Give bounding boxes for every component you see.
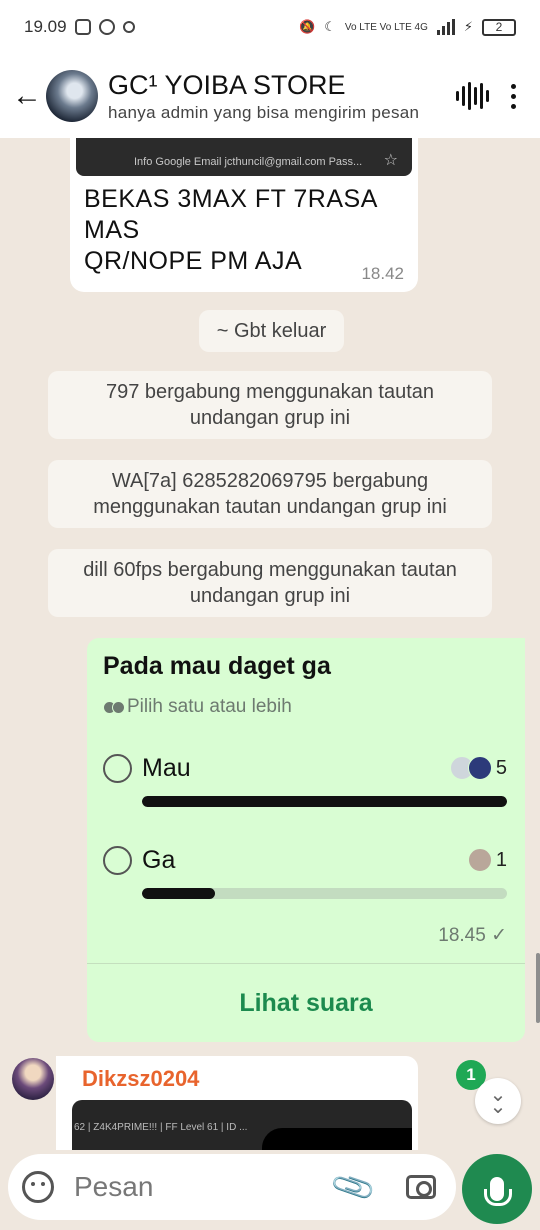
view-votes-button[interactable]: Lihat suara xyxy=(87,964,525,1042)
message-bubble[interactable]: Dikzsz0204 62 | Z4K4PRIME!!! | FF Level … xyxy=(56,1056,418,1150)
poll-time: 18.45 ✓ xyxy=(438,924,507,947)
star-icon: ☆ xyxy=(383,152,398,169)
image-preview-text: 62 | Z4K4PRIME!!! | FF Level 61 | ID ... xyxy=(74,1122,248,1133)
poll-option-label: Mau xyxy=(142,754,191,782)
voter-info: 1 xyxy=(467,848,507,872)
status-bar: 19.09 🔕 ☾ Vo LTE Vo LTE 4G ⚡ 2 xyxy=(0,0,540,54)
message-bubble[interactable]: Info Google Email jcthuncil@gmail.com Pa… xyxy=(70,138,418,292)
poll-option-mau[interactable]: Mau 5 xyxy=(103,754,507,810)
poll-hint-text: Pilih satu atau lebih xyxy=(127,696,292,717)
battery-level: 2 xyxy=(495,20,503,34)
system-message: ~ Gbt keluar xyxy=(199,310,344,352)
whatsapp-icon xyxy=(98,19,115,35)
sender-name[interactable]: Dikzsz0204 xyxy=(82,1066,199,1092)
emoji-icon[interactable] xyxy=(22,1171,54,1203)
timer-icon xyxy=(122,21,135,33)
input-bar: Pesan 📎 xyxy=(0,1150,540,1230)
voter-avatar xyxy=(467,756,492,780)
attach-icon[interactable]: 📎 xyxy=(328,1163,378,1212)
multi-select-icon xyxy=(103,700,125,714)
vote-count: 5 xyxy=(495,756,507,779)
network-label: Vo LTE Vo LTE 4G xyxy=(344,21,428,33)
battery-icon: 2 xyxy=(482,18,516,36)
instagram-icon xyxy=(74,19,91,35)
message-time: 18.42 xyxy=(361,264,404,283)
image-region xyxy=(262,1128,412,1150)
poll-hint: Pilih satu atau lebih xyxy=(103,696,292,718)
moon-icon: ☾ xyxy=(324,19,336,34)
scroll-down-button[interactable]: ⌄ ⌄ xyxy=(475,1078,521,1124)
vote-count: 1 xyxy=(495,848,507,871)
poll-option-ga[interactable]: Ga 1 xyxy=(103,846,507,902)
sender-avatar[interactable] xyxy=(12,1058,54,1100)
poll-question: Pada mau daget ga xyxy=(103,652,331,680)
link-preview[interactable]: Info Google Email jcthuncil@gmail.com Pa… xyxy=(76,138,412,176)
back-arrow-icon[interactable]: ← xyxy=(12,79,46,113)
preview-text: Info Google Email jcthuncil@gmail.com Pa… xyxy=(134,156,363,168)
group-title: GC¹ YOIBA STORE xyxy=(108,69,346,100)
image-preview[interactable]: 62 | Z4K4PRIME!!! | FF Level 61 | ID ... xyxy=(72,1100,412,1150)
double-chevron-down-icon: ⌄ ⌄ xyxy=(489,1084,507,1118)
scrollbar[interactable] xyxy=(536,953,540,1023)
voter-info: 5 xyxy=(449,756,507,780)
radio-button[interactable] xyxy=(103,754,132,783)
voice-record-button[interactable] xyxy=(462,1154,532,1224)
voice-chat-icon[interactable] xyxy=(456,82,489,110)
mute-icon: 🔕 xyxy=(299,19,316,34)
poll-time-text: 18.45 xyxy=(438,925,486,946)
system-message: WA[7a] 6285282069795 bergabung menggunak… xyxy=(48,460,492,528)
sent-check-icon: ✓ xyxy=(491,925,507,946)
vote-bar xyxy=(142,888,507,899)
charging-icon: ⚡ xyxy=(463,19,473,34)
chat-area[interactable]: Info Google Email jcthuncil@gmail.com Pa… xyxy=(0,138,540,1150)
vote-bar-fill xyxy=(142,888,215,899)
poll-card: Pada mau daget ga Pilih satu atau lebih … xyxy=(87,638,525,1042)
signal-icon xyxy=(436,19,455,35)
microphone-icon xyxy=(484,1177,512,1206)
system-message: 797 bergabung menggunakan tautan undanga… xyxy=(48,371,492,439)
header-title-area[interactable]: GC¹ YOIBA STORE hanya admin yang bisa me… xyxy=(108,70,446,123)
message-input-container[interactable]: Pesan 📎 xyxy=(8,1154,456,1220)
system-message: dill 60fps bergabung menggunakan tautan … xyxy=(48,549,492,617)
poll-option-label: Ga xyxy=(142,846,176,874)
status-time: 19.09 xyxy=(24,17,67,36)
voter-avatar xyxy=(467,848,492,872)
vote-bar-fill xyxy=(142,796,507,807)
group-subtitle: hanya admin yang bisa mengirim pesan xyxy=(108,102,420,122)
message-input[interactable]: Pesan xyxy=(74,1171,335,1203)
camera-icon[interactable] xyxy=(406,1175,436,1199)
chat-header: ← GC¹ YOIBA STORE hanya admin yang bisa … xyxy=(0,54,540,138)
group-avatar[interactable] xyxy=(46,70,98,122)
vote-bar xyxy=(142,796,507,807)
radio-button[interactable] xyxy=(103,846,132,875)
more-options-icon[interactable] xyxy=(511,83,516,109)
